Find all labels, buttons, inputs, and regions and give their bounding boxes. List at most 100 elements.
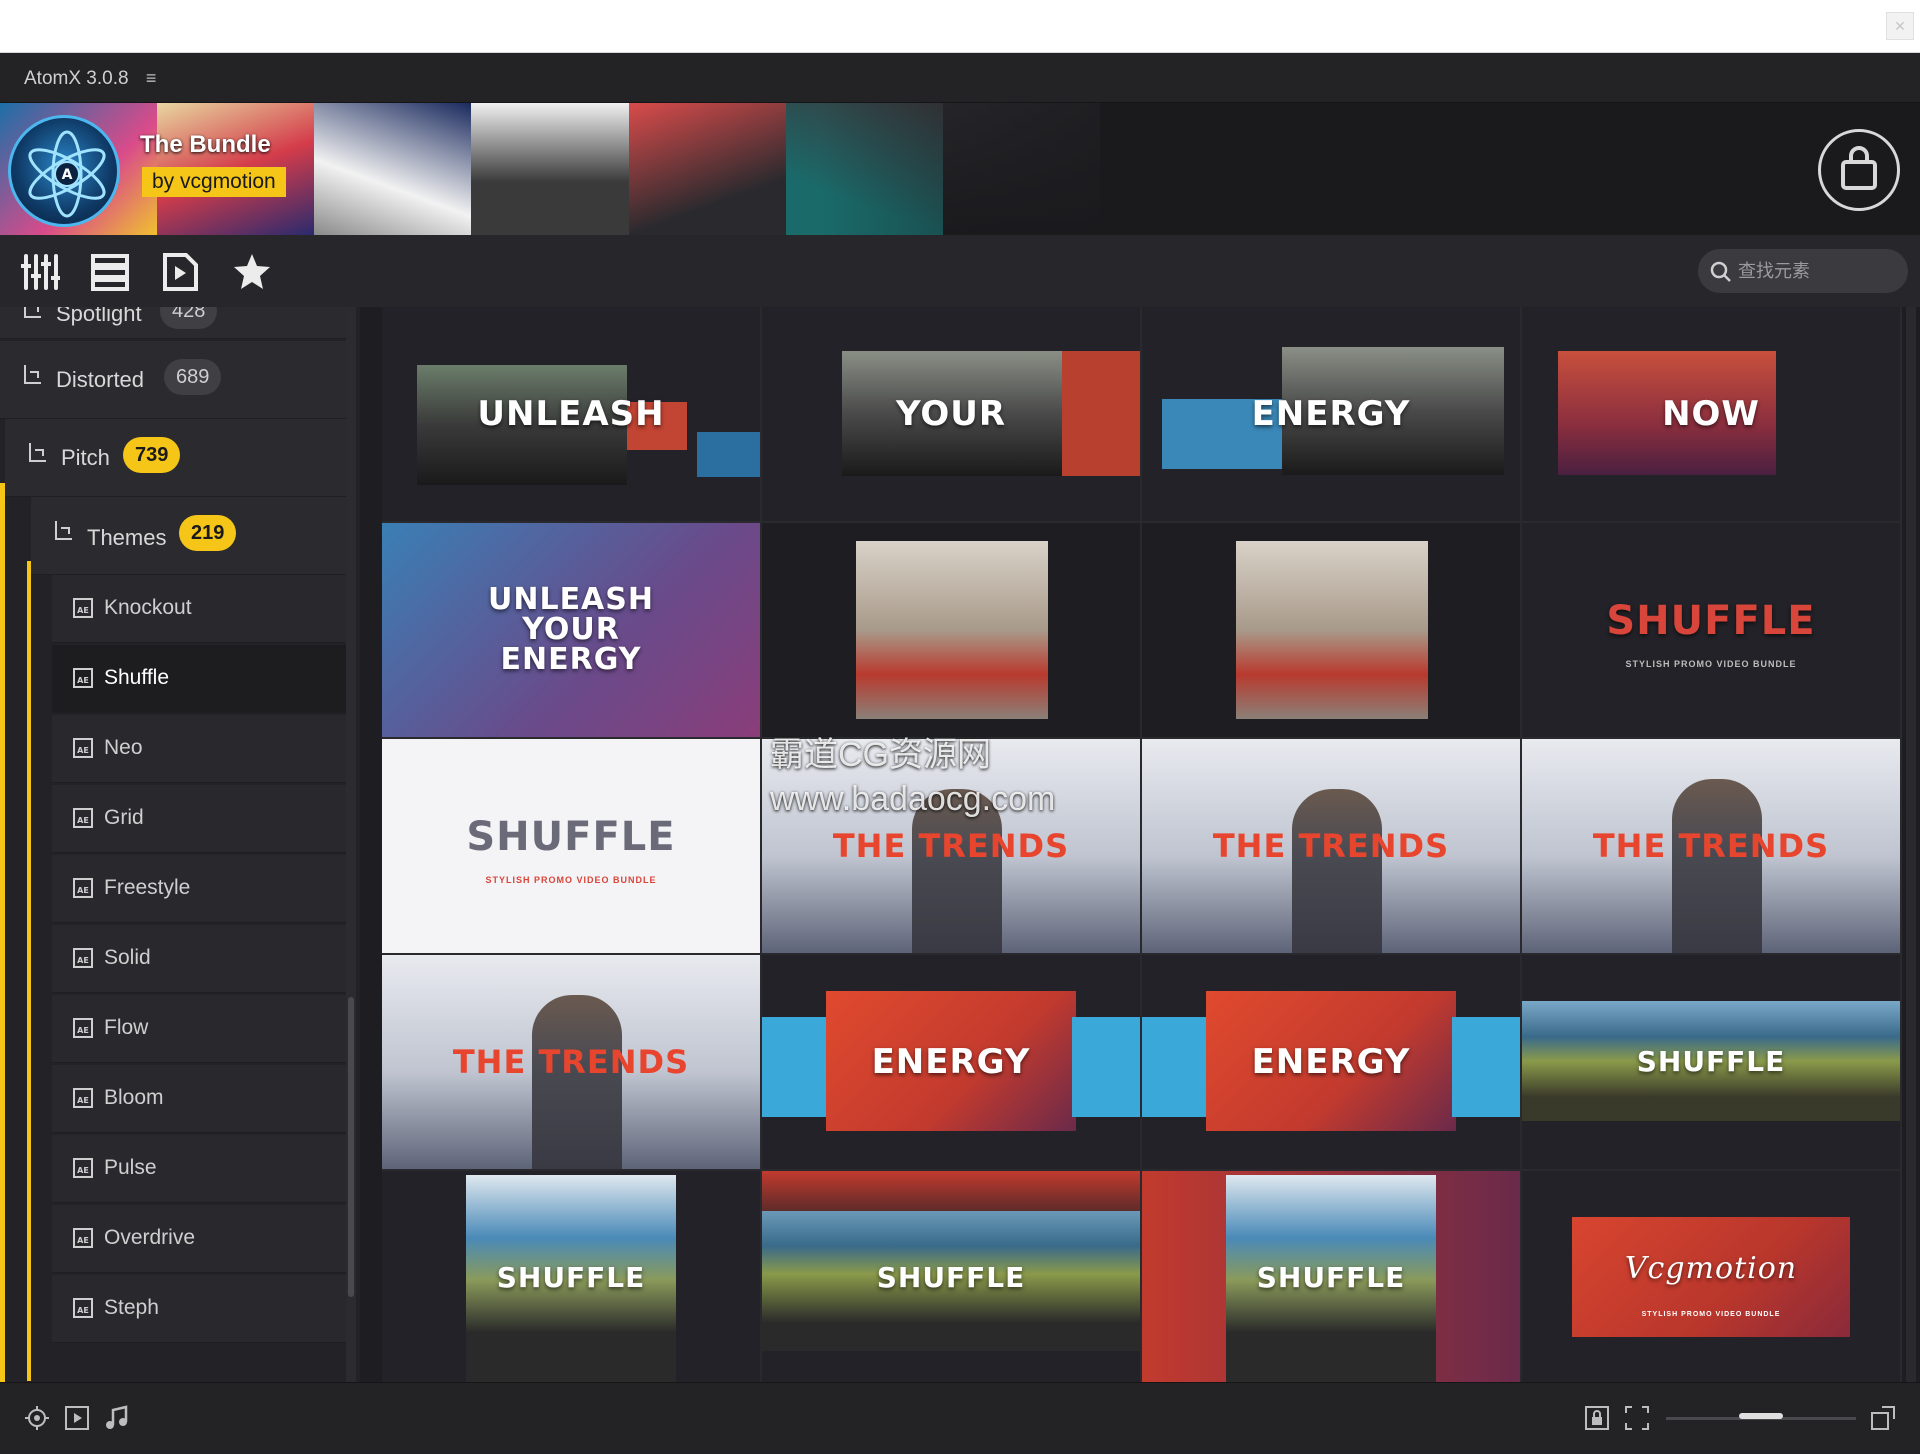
svg-text:AE: AE: [77, 676, 89, 685]
thumbnail-energy-3[interactable]: ENERGY: [1142, 955, 1520, 1169]
after-effects-file-icon: AE: [72, 667, 94, 695]
list-view-icon[interactable]: [90, 252, 130, 292]
thumbnail-the-trends-3[interactable]: THE TRENDS: [1522, 739, 1900, 953]
thumbnail-title: NOW: [1662, 394, 1760, 434]
thumbnail-title: SHUFFLE: [1636, 1045, 1786, 1078]
thumbnail-your[interactable]: YOUR: [762, 307, 1140, 521]
thumbnail-unleash[interactable]: UNLEASH: [382, 307, 760, 521]
sidebar-item-label: Steph: [104, 1296, 159, 1319]
sidebar-item-label: Shuffle: [104, 666, 169, 689]
thumbnail-vcgmotion[interactable]: Vcgmotion STYLISH PROMO VIDEO BUNDLE: [1522, 1171, 1900, 1382]
sidebar-item-shuffle[interactable]: AE Shuffle: [52, 645, 355, 713]
thumbnail-now[interactable]: NOW: [1522, 307, 1900, 521]
equalizer-sliders-icon[interactable]: [20, 252, 60, 292]
sidebar-item-label: Neo: [104, 736, 143, 759]
category-label: Distorted: [56, 367, 145, 392]
video-icon[interactable]: [64, 1405, 90, 1431]
folder-link-icon: [24, 365, 41, 384]
sidebar-item-label: Freestyle: [104, 876, 191, 899]
svg-text:AE: AE: [77, 816, 89, 825]
sidebar-item-label: Solid: [104, 946, 151, 969]
sidebar-item-steph[interactable]: AE Steph: [52, 1275, 355, 1343]
hamburger-icon[interactable]: ≡: [146, 68, 157, 88]
thumbnail-title: THE TRENDS: [452, 1043, 690, 1081]
thumbnail-energy[interactable]: ENERGY: [1142, 307, 1520, 521]
atomx-logo: A: [8, 115, 120, 227]
thumbnail-title-line-3: ENERGY: [500, 642, 642, 677]
after-effects-file-icon: AE: [72, 737, 94, 765]
after-effects-file-icon: AE: [72, 947, 94, 975]
thumbnail-subtitle: STYLISH PROMO VIDEO BUNDLE: [1641, 1311, 1781, 1318]
thumbnail-shuffle-car[interactable]: SHUFFLE: [1522, 955, 1900, 1169]
thumbnail-woman-red-dress[interactable]: [762, 523, 1140, 737]
category-label: Pitch: [61, 445, 110, 470]
atomx-panel: AtomX 3.0.8 ≡ A The Bundle by vcgmotion: [0, 53, 1920, 1454]
sidebar-item-solid[interactable]: AE Solid: [52, 925, 355, 993]
svg-text:AE: AE: [77, 606, 89, 615]
category-themes[interactable]: Themes 219: [31, 497, 356, 575]
svg-text:AE: AE: [77, 1096, 89, 1105]
thumbnail-shuffle-dark[interactable]: SHUFFLE STYLISH PROMO VIDEO BUNDLE: [1522, 523, 1900, 737]
thumbnail-shuffle-car-4[interactable]: SHUFFLE: [1142, 1171, 1520, 1382]
sidebar-scroll-thumb[interactable]: [348, 997, 354, 1297]
svg-text:A: A: [62, 167, 73, 183]
thumbnail-title: ENERGY: [1251, 394, 1411, 434]
svg-text:AE: AE: [77, 1166, 89, 1175]
thumbnail-title: Vcgmotion: [1624, 1251, 1798, 1287]
expand-icon[interactable]: [1870, 1405, 1896, 1431]
play-file-icon[interactable]: [160, 252, 200, 292]
sidebar-item-label: Grid: [104, 806, 144, 829]
sidebar-item-freestyle[interactable]: AE Freestyle: [52, 855, 355, 923]
search-input[interactable]: 查找元素: [1698, 249, 1908, 293]
thumbnail-title: YOUR: [895, 394, 1007, 434]
thumbnail-title-line-1: UNLEASH: [487, 582, 654, 617]
thumbnail-the-trends-4[interactable]: THE TRENDS: [382, 955, 760, 1169]
category-spotlight[interactable]: Spotlight 428: [0, 307, 356, 339]
locate-icon[interactable]: [24, 1405, 50, 1431]
lock-icon[interactable]: [1584, 1405, 1610, 1431]
thumbnail-woman-red-dress-2[interactable]: [1142, 523, 1520, 737]
close-icon[interactable]: ✕: [1886, 12, 1914, 40]
star-icon[interactable]: [232, 252, 272, 292]
fit-screen-icon[interactable]: [1624, 1405, 1650, 1431]
thumbnail-shuffle-car-3[interactable]: SHUFFLE: [762, 1171, 1140, 1382]
shopping-bag-icon[interactable]: [1818, 129, 1900, 211]
sidebar-item-bloom[interactable]: AE Bloom: [52, 1065, 355, 1133]
thumbnail-title: ENERGY: [1251, 1042, 1411, 1082]
sidebar-item-pulse[interactable]: AE Pulse: [52, 1135, 355, 1203]
thumbnail-title: SHUFFLE: [466, 814, 676, 861]
thumbnail-energy-2[interactable]: ENERGY: [762, 955, 1140, 1169]
sidebar-item-label: Knockout: [104, 596, 192, 619]
sidebar-item-label: Flow: [104, 1016, 149, 1039]
sidebar-item-label: Pulse: [104, 1156, 157, 1179]
bundle-banner[interactable]: A The Bundle by vcgmotion: [0, 103, 1920, 235]
svg-text:AE: AE: [77, 1306, 89, 1315]
thumbnail-title: THE TRENDS: [832, 827, 1070, 865]
sidebar-item-neo[interactable]: AE Neo: [52, 715, 355, 783]
watermark: 霸道CG资源网 www.badaocg.com: [770, 733, 1055, 821]
sidebar-item-flow[interactable]: AE Flow: [52, 995, 355, 1063]
zoom-slider-thumb[interactable]: [1739, 1413, 1783, 1419]
thumbnail-the-trends-2[interactable]: THE TRENDS: [1142, 739, 1520, 953]
music-note-icon[interactable]: [104, 1405, 130, 1431]
sidebar-item-overdrive[interactable]: AE Overdrive: [52, 1205, 355, 1273]
sidebar-item-knockout[interactable]: AE Knockout: [52, 575, 355, 643]
thumbnail-title: SHUFFLE: [876, 1261, 1026, 1294]
category-count-badge: 689: [164, 359, 222, 395]
bundle-byline: by vcgmotion: [142, 167, 286, 197]
svg-text:AE: AE: [77, 1236, 89, 1245]
thumbnail-title: ENERGY: [871, 1042, 1031, 1082]
category-pitch[interactable]: Pitch 739: [5, 419, 356, 497]
sidebar-item-grid[interactable]: AE Grid: [52, 785, 355, 853]
toolbar: 查找元素: [0, 235, 1920, 307]
category-sidebar: Spotlight 428 Distorted 689 Pitch 739 Th…: [0, 307, 360, 1382]
grid-scrollbar[interactable]: [1906, 307, 1916, 1382]
thumbnail-unleash-your-energy[interactable]: UNLEASH YOUR ENERGY: [382, 523, 760, 737]
category-distorted[interactable]: Distorted 689: [0, 341, 356, 419]
zoom-slider-track[interactable]: [1666, 1413, 1856, 1420]
thumbnail-shuffle-light[interactable]: SHUFFLE STYLISH PROMO VIDEO BUNDLE: [382, 739, 760, 953]
folder-link-icon: [55, 521, 72, 540]
thumbnail-shuffle-car-2[interactable]: SHUFFLE: [382, 1171, 760, 1382]
after-effects-file-icon: AE: [72, 1227, 94, 1255]
bottom-bar: [0, 1382, 1920, 1454]
